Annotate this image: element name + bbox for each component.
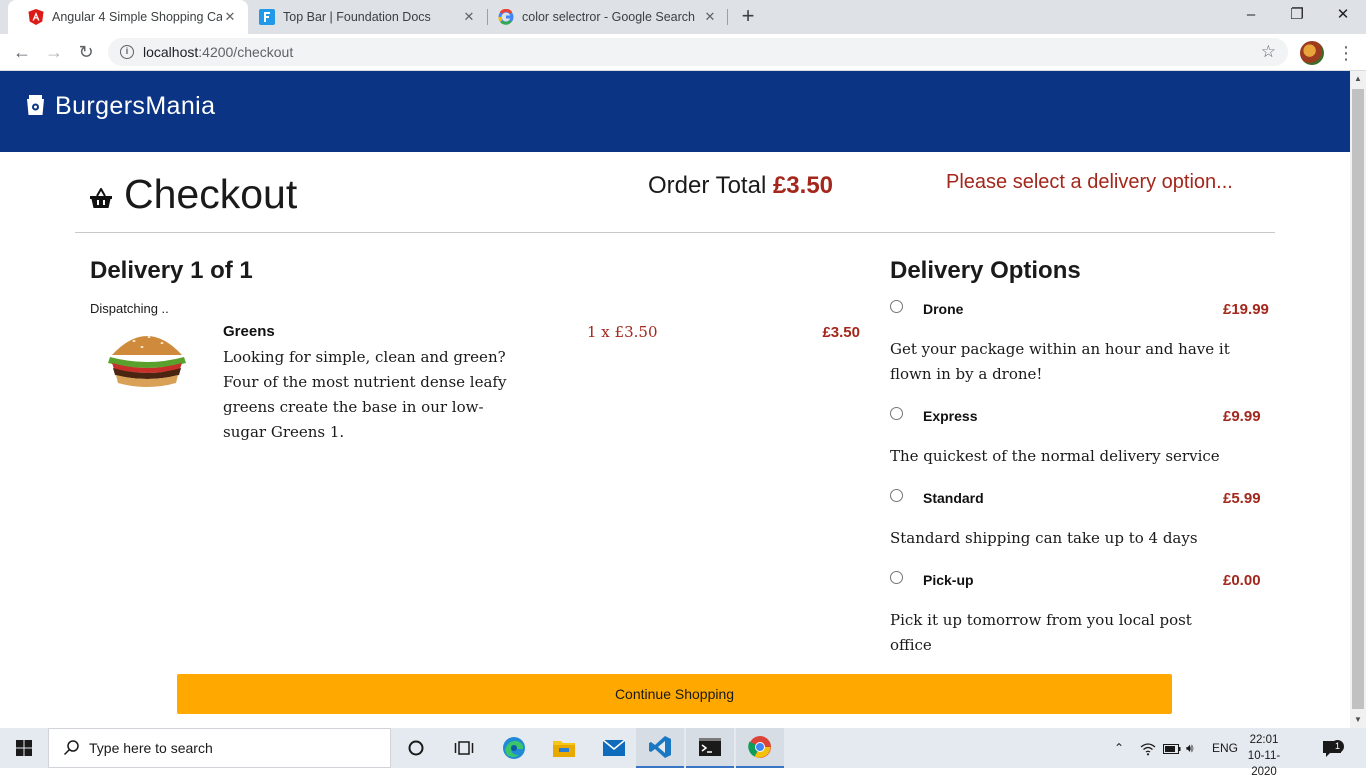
tab-title: Top Bar | Foundation Docs [283,10,431,24]
product-quantity: 1 x £3.50 [587,323,658,341]
option-description: Standard shipping can take up to 4 days [890,529,1198,547]
show-hidden-icons-chevron-icon[interactable]: ⌃ [1114,728,1124,768]
tab-angular-shopping-cart[interactable]: Angular 4 Simple Shopping Cart ✕ [8,0,248,34]
wifi-icon[interactable] [1140,728,1156,768]
url-host: localhost [143,44,199,60]
option-description: Pick it up tomorrow from you local post … [890,611,1192,654]
browser-toolbar: ← → ↻ i localhost:4200/checkout ☆ [0,34,1366,71]
back-arrow-icon[interactable]: ← [8,38,36,66]
close-tab-icon[interactable]: ✕ [461,9,477,25]
option-price: £0.00 [1223,572,1261,589]
minimize-button[interactable]: – [1228,0,1274,30]
shopping-bag-icon [27,95,44,115]
address-bar[interactable]: i localhost:4200/checkout ☆ [108,38,1288,66]
scrollbar-thumb[interactable] [1352,89,1364,709]
option-description: Get your package within an hour and have… [890,340,1230,383]
tab-title: Angular 4 Simple Shopping Cart [52,10,222,24]
product-description: Looking for simple, clean and green? Fou… [223,348,507,441]
terminal-icon[interactable] [686,728,734,768]
new-tab-button[interactable]: + [736,4,760,30]
order-total-label: Order Total [648,172,767,199]
edge-browser-icon[interactable] [490,728,538,768]
option-name: Standard [923,490,984,506]
scroll-up-arrow-icon[interactable]: ▲ [1354,74,1362,83]
dispatching-status: Dispatching .. [90,301,169,316]
product-line-total: £3.50 [822,324,860,341]
forward-arrow-icon[interactable]: → [40,38,68,66]
order-total: Order Total £3.50 [648,172,833,200]
tab-foundation-docs[interactable]: Top Bar | Foundation Docs ✕ [239,0,487,34]
start-button[interactable] [0,728,48,768]
site-header: BurgersMania [0,71,1350,152]
input-language[interactable]: ENG [1212,728,1238,768]
option-name: Express [923,408,978,424]
battery-icon[interactable] [1163,728,1181,768]
cortana-icon[interactable] [392,728,440,768]
chrome-icon[interactable] [736,728,784,768]
notifications-button[interactable]: 1 [1322,728,1350,768]
reload-icon[interactable]: ↻ [72,38,100,66]
clock-time: 22:01 [1249,734,1279,746]
tab-google-search[interactable]: color selectror - Google Search ✕ [478,0,728,34]
close-window-button[interactable]: ✕ [1320,0,1366,30]
system-clock[interactable]: 22:01 10-11-2020 [1236,732,1292,780]
google-icon [498,9,514,25]
continue-shopping-button[interactable]: Continue Shopping [177,674,1172,714]
vscode-icon[interactable] [636,728,684,768]
option-price: £19.99 [1223,301,1269,318]
order-total-amount: £3.50 [772,172,834,199]
page-viewport: BurgersMania Checkout Order Total £3.50 … [0,71,1350,728]
taskbar-search[interactable]: Type here to search [48,728,391,768]
tab-title: color selectror - Google Search [522,10,695,24]
foundation-icon [259,9,275,25]
option-name: Drone [923,301,964,317]
close-tab-icon[interactable]: ✕ [702,9,718,25]
search-icon [63,740,79,756]
clock-date: 10-11-2020 [1247,750,1281,778]
volume-icon[interactable]: 🔊︎ [1186,728,1194,768]
restore-button[interactable]: ❐ [1274,0,1320,30]
search-placeholder: Type here to search [89,740,213,756]
notification-count-badge: 1 [1331,740,1344,753]
site-info-icon[interactable]: i [120,45,134,59]
pickup-radio[interactable] [890,571,903,584]
file-explorer-icon[interactable] [540,728,588,768]
express-radio[interactable] [890,407,903,420]
delivery-options-heading: Delivery Options [890,257,1081,284]
scroll-down-arrow-icon[interactable]: ▼ [1354,715,1362,724]
windows-logo-icon [16,740,32,756]
divider [75,232,1275,233]
shopping-basket-icon [90,188,112,208]
option-price: £9.99 [1223,408,1261,425]
page-scrollbar[interactable]: ▲ ▼ [1350,71,1366,728]
delivery-warning-message: Please select a delivery option... [946,171,1233,193]
page-title: Checkout [124,171,298,217]
browser-tab-strip: Angular 4 Simple Shopping Cart ✕ Top Bar… [0,0,1366,34]
delivery-heading: Delivery 1 of 1 [90,257,253,284]
standard-radio[interactable] [890,489,903,502]
windows-taskbar: Type here to search ⌃ 🔊︎ ENG 22:01 10-11… [0,728,1366,778]
drone-radio[interactable] [890,300,903,313]
brand-name[interactable]: BurgersMania [55,92,215,121]
product-name: Greens [223,323,275,340]
option-description: The quickest of the normal delivery serv… [890,447,1220,465]
profile-avatar[interactable] [1300,41,1324,65]
angular-icon [28,9,44,25]
bookmark-star-icon[interactable]: ☆ [1261,42,1276,62]
close-tab-icon[interactable]: ✕ [222,9,238,25]
browser-menu-icon[interactable]: ⋮ [1337,40,1355,66]
mail-icon[interactable] [590,728,638,768]
tab-divider [727,9,728,25]
burger-image [107,335,187,391]
option-name: Pick-up [923,572,974,588]
option-price: £5.99 [1223,490,1261,507]
task-view-icon[interactable] [440,728,488,768]
url-path: :4200/checkout [198,44,294,60]
